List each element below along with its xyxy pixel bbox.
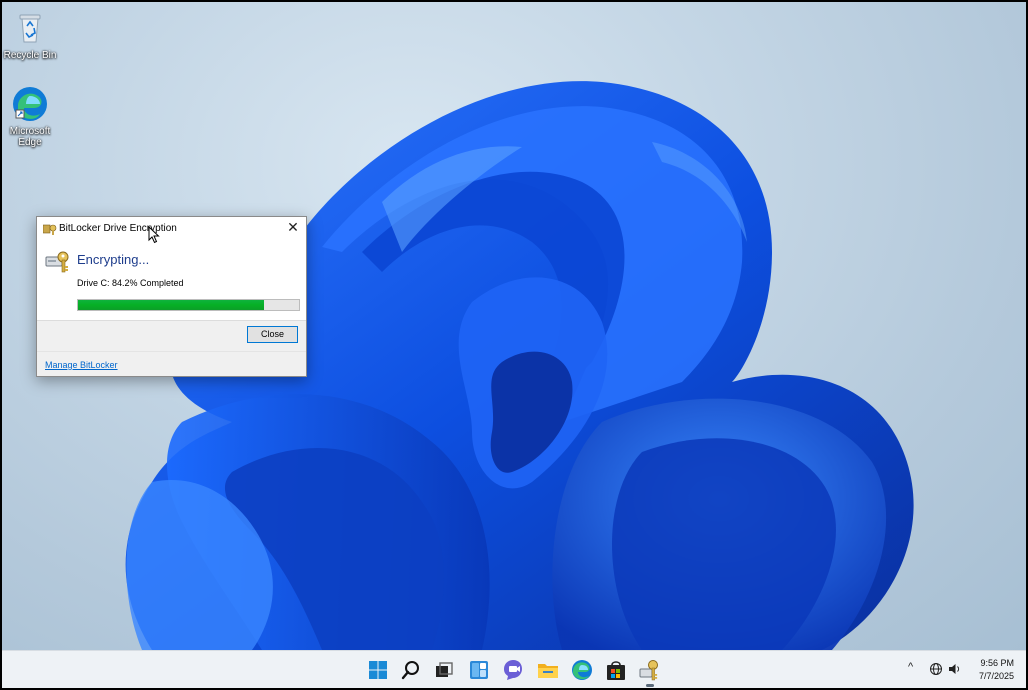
taskbar: ^ 9:56 PM 7/7/2025 bbox=[2, 650, 1026, 688]
recycle-bin-label: Recycle Bin bbox=[3, 50, 57, 61]
windows-start-icon[interactable] bbox=[365, 657, 391, 683]
drive-encryption-icon bbox=[45, 248, 71, 274]
bitlocker-key-icon bbox=[42, 222, 57, 235]
search-icon[interactable] bbox=[398, 657, 424, 683]
encrypting-heading: Encrypting... bbox=[77, 252, 150, 267]
network-globe-icon[interactable] bbox=[929, 662, 943, 676]
encryption-progress-fill bbox=[78, 300, 265, 310]
clock-time: 9:56 PM bbox=[980, 658, 1014, 668]
show-hidden-icons-chevron-icon[interactable]: ^ bbox=[908, 661, 913, 673]
desktop-screen: Recycle Bin Microsoft Edge BitLocker Dri… bbox=[2, 2, 1026, 688]
system-clock[interactable]: 9:56 PM 7/7/2025 bbox=[979, 657, 1014, 683]
volume-icon[interactable] bbox=[948, 662, 962, 676]
encryption-progress-bar bbox=[77, 299, 300, 311]
close-button[interactable]: Close bbox=[247, 326, 298, 343]
dialog-body: Encrypting... Drive C: 84.2% Completed bbox=[37, 239, 306, 320]
recycle-bin-icon bbox=[10, 8, 50, 48]
clock-date: 7/7/2025 bbox=[978, 671, 1014, 681]
dialog-button-row: Close bbox=[37, 320, 306, 351]
active-app-indicator bbox=[646, 684, 654, 687]
mouse-cursor-icon bbox=[148, 225, 160, 244]
store-icon[interactable] bbox=[603, 657, 629, 683]
edge-shortcut[interactable]: Microsoft Edge bbox=[2, 84, 58, 148]
edge-label: Microsoft Edge bbox=[9, 126, 51, 148]
edge-icon[interactable] bbox=[569, 657, 595, 683]
widgets-icon[interactable] bbox=[466, 657, 492, 683]
edge-icon bbox=[10, 84, 50, 124]
dialog-close-icon[interactable]: ✕ bbox=[284, 219, 302, 237]
drive-status-text: Drive C: 84.2% Completed bbox=[77, 278, 184, 288]
task-view-icon[interactable] bbox=[431, 657, 457, 683]
manage-bitlocker-link[interactable]: Manage BitLocker bbox=[45, 360, 118, 370]
dialog-footer: Manage BitLocker bbox=[37, 351, 306, 376]
recycle-bin-shortcut[interactable]: Recycle Bin bbox=[2, 8, 58, 61]
file-explorer-icon[interactable] bbox=[535, 657, 561, 683]
dialog-title-bar[interactable]: BitLocker Drive Encryption ✕ bbox=[37, 217, 306, 239]
bitlocker-icon[interactable] bbox=[637, 657, 663, 683]
chat-icon[interactable] bbox=[500, 657, 526, 683]
bitlocker-dialog: BitLocker Drive Encryption ✕ Encrypting.… bbox=[36, 216, 307, 377]
